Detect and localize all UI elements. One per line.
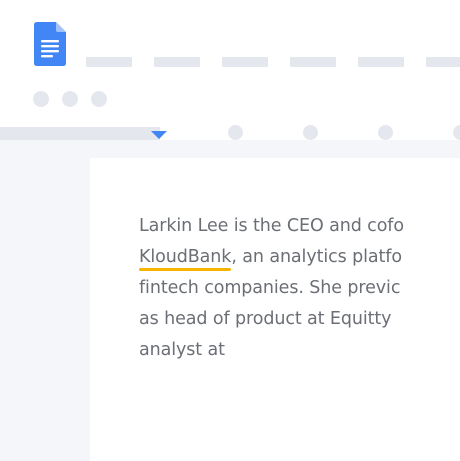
ruler-tick	[228, 125, 243, 140]
link-kloudbank[interactable]: KloudBank	[139, 247, 231, 267]
menu-item-placeholder[interactable]	[290, 57, 336, 67]
toolbar-button-placeholder[interactable]	[62, 91, 78, 107]
menu-bar	[86, 57, 460, 67]
toolbar	[33, 91, 107, 107]
google-docs-icon[interactable]	[34, 22, 66, 66]
ruler-tick	[303, 125, 318, 140]
document-line: analyst at	[139, 335, 460, 366]
menu-item-placeholder[interactable]	[426, 57, 460, 67]
ruler-tick	[453, 125, 460, 140]
document-body[interactable]: Larkin Lee is the CEO and cofo KloudBank…	[139, 211, 460, 366]
document-page[interactable]: Larkin Lee is the CEO and cofo KloudBank…	[90, 158, 460, 461]
ruler-tick	[378, 125, 393, 140]
line-text: Larkin Lee is the CEO and cofo	[139, 216, 404, 236]
menu-item-placeholder[interactable]	[358, 57, 404, 67]
line-text: , an analytics platfo	[231, 247, 402, 267]
toolbar-button-placeholder[interactable]	[91, 91, 107, 107]
indent-marker-icon[interactable]	[151, 131, 167, 139]
document-line: KloudBank, an analytics platfo	[139, 242, 460, 273]
menu-item-placeholder[interactable]	[222, 57, 268, 67]
docs-window: Larkin Lee is the CEO and cofo KloudBank…	[0, 0, 460, 461]
line-text: analyst at	[139, 340, 225, 360]
toolbar-button-placeholder[interactable]	[33, 91, 49, 107]
document-line: fintech companies. She previc	[139, 273, 460, 304]
line-text: fintech companies. She previc	[139, 278, 401, 298]
line-text: as head of product at Equitty	[139, 309, 392, 329]
menu-item-placeholder[interactable]	[154, 57, 200, 67]
document-line: as head of product at Equitty	[139, 304, 460, 335]
ruler-margin	[0, 127, 160, 140]
document-line: Larkin Lee is the CEO and cofo	[139, 211, 460, 242]
menu-item-placeholder[interactable]	[86, 57, 132, 67]
